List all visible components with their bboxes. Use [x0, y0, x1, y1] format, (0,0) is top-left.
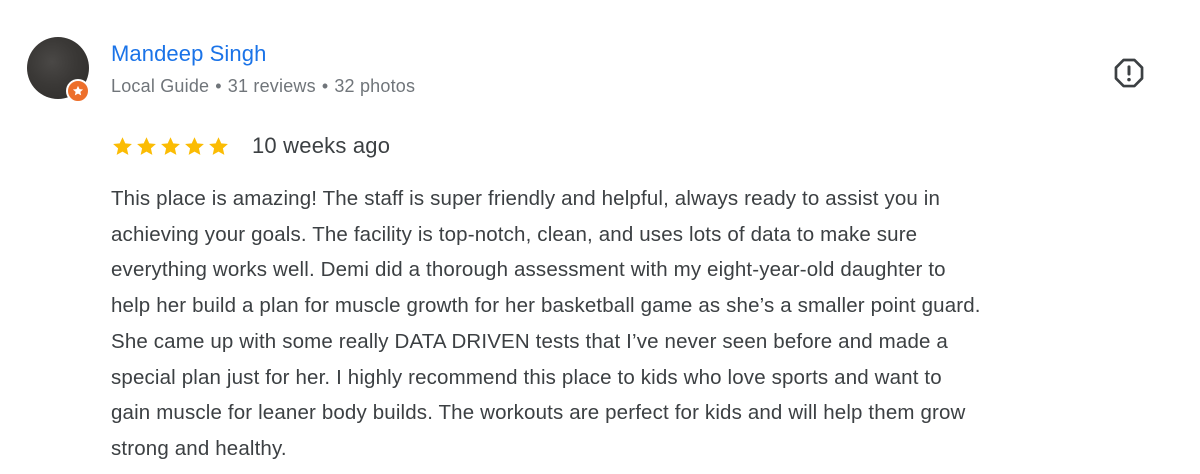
review-text: This place is amazing! The staff is supe…: [111, 187, 981, 460]
star-icon: [113, 136, 132, 155]
report-octagon-icon: [1114, 58, 1144, 88]
report-review-button[interactable]: [1109, 53, 1149, 93]
star-icon: [209, 136, 228, 155]
review-time: 10 weeks ago: [252, 133, 391, 158]
photo-count: 32 photos: [334, 76, 416, 96]
meta-separator: •: [321, 76, 329, 96]
star-icon: [161, 136, 180, 155]
author-meta: Local Guide • 31 reviews • 32 photos: [111, 74, 415, 98]
author-name-link[interactable]: Mandeep Singh: [111, 40, 266, 68]
local-guide-label: Local Guide: [111, 76, 210, 96]
review-count: 31 reviews: [227, 76, 316, 96]
local-guide-star-icon: [66, 79, 90, 103]
star-icon: [185, 136, 204, 155]
meta-separator: •: [215, 76, 222, 96]
review-card: Mandeep Singh Local Guide • 31 reviews • 32 …: [0, 0, 1200, 474]
rating-row: 10 weeks ago: [111, 130, 390, 162]
star-rating: [111, 135, 230, 158]
star-icon: [137, 136, 156, 155]
